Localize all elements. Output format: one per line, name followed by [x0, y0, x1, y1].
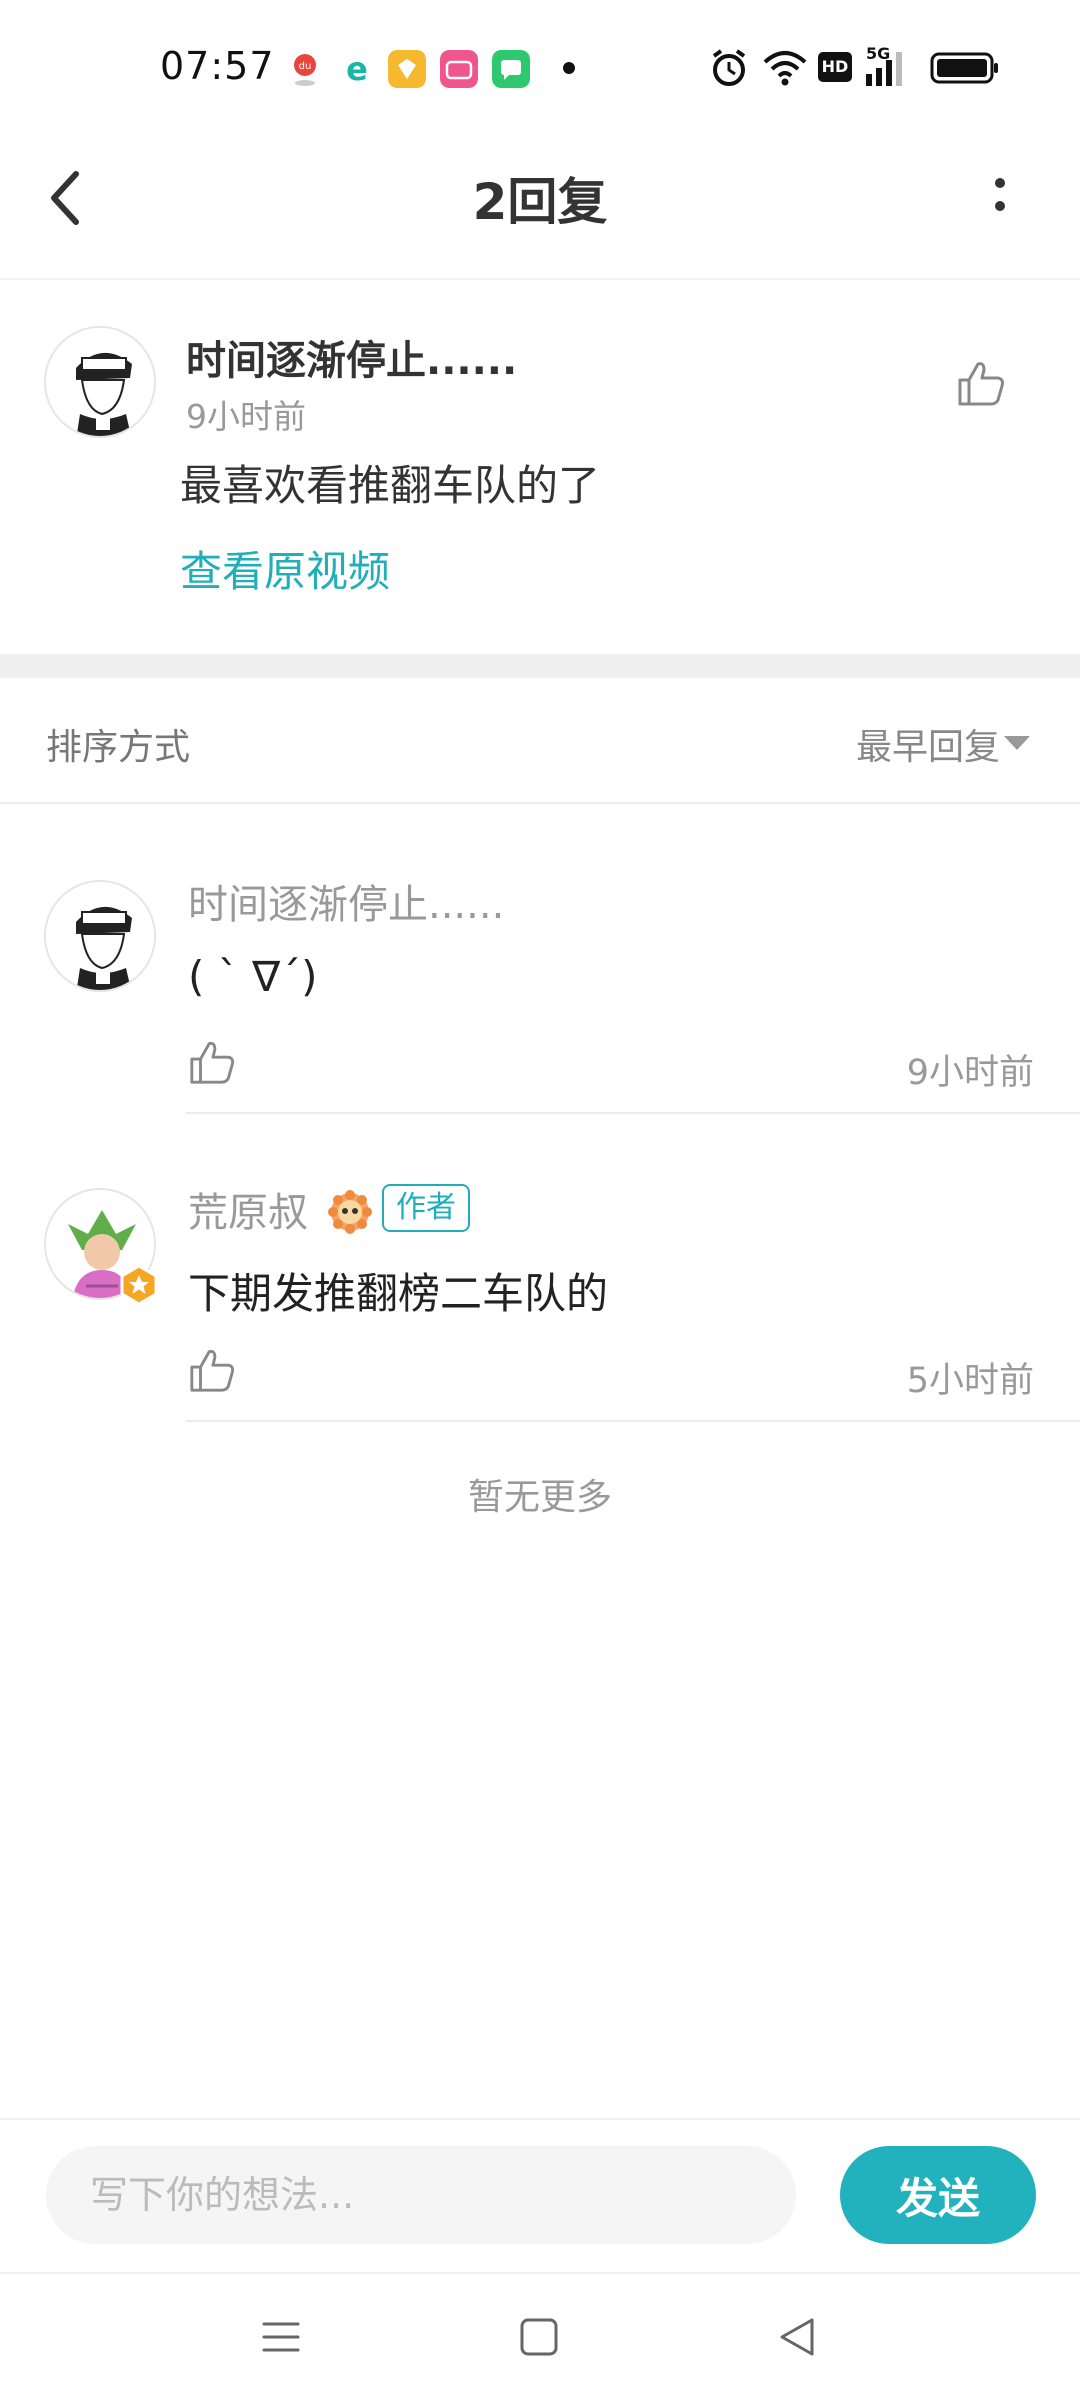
section-divider [0, 654, 1080, 678]
sort-label: 排序方式 [46, 727, 191, 768]
thumbs-up-icon[interactable] [956, 358, 1006, 408]
chat-app-icon [492, 50, 530, 88]
sort-dropdown[interactable]: 最早回复 [856, 718, 1000, 770]
svg-text:e: e [346, 50, 368, 88]
reply-time: 9小时前 [906, 1053, 1034, 1093]
send-button[interactable]: 发送 [840, 2146, 1036, 2244]
page-title: 2回复 [472, 173, 608, 231]
status-time: 07:57 [160, 44, 275, 88]
map-pin-icon: du [294, 54, 316, 86]
sunflower-badge-icon [328, 1190, 372, 1234]
reply-text: 下期发推翻榜二车队的 [188, 1269, 609, 1318]
header: 2回复 [0, 130, 1080, 280]
reply-item: 时间逐渐停止...... ( ˋ ∇ˊ) 9小时前 [0, 806, 1080, 1114]
comment-input[interactable] [46, 2146, 796, 2244]
thumbs-up-icon[interactable] [188, 1038, 236, 1086]
sort-row: 排序方式 最早回复 [0, 678, 1080, 804]
comment-username[interactable]: 时间逐渐停止...... [186, 328, 517, 386]
comment-text: 最喜欢看推翻车队的了 [180, 461, 601, 510]
system-nav-bar [0, 2272, 1080, 2400]
no-more-text: 暂无更多 [467, 1477, 612, 1518]
reply-divider [186, 1420, 1080, 1422]
author-tag: 作者 [382, 1184, 470, 1232]
avatar-image [46, 882, 154, 990]
back-triangle-icon[interactable] [770, 2310, 824, 2364]
original-comment: 时间逐渐停止...... 9小时前 最喜欢看推翻车队的了 查看原视频 [0, 282, 1080, 654]
menu-icon[interactable] [254, 2310, 308, 2364]
reply-username[interactable]: 荒原叔 [188, 1180, 308, 1238]
avatar-image [46, 328, 154, 436]
comment-input-bar: 发送 [0, 2118, 1080, 2272]
level-badge-icon [120, 1264, 158, 1306]
alarm-icon [712, 49, 746, 86]
home-square-icon[interactable] [512, 2310, 566, 2364]
more-vertical-icon[interactable] [985, 174, 1015, 224]
battery-icon [930, 52, 998, 84]
notification-dot-icon [563, 62, 575, 74]
wifi-icon [763, 51, 807, 86]
comment-time: 9小时前 [186, 397, 306, 436]
caret-down-icon[interactable] [1004, 736, 1030, 750]
thumbs-up-icon[interactable] [188, 1346, 236, 1394]
avatar[interactable] [44, 880, 156, 992]
status-bar: 07:57 du e HD 5G [0, 0, 1080, 130]
reply-time: 5小时前 [906, 1361, 1034, 1401]
reply-text: ( ˋ ∇ˊ) [188, 952, 318, 1001]
signal-5g-icon [866, 52, 902, 86]
reply-item: 荒原叔 作者 下期发推翻榜二车队的 5小时前 [0, 1114, 1080, 1422]
avatar[interactable] [44, 326, 156, 438]
reply-username[interactable]: 时间逐渐停止...... [188, 872, 504, 930]
browser-e-icon: e [346, 50, 368, 88]
bilibili-icon [440, 50, 478, 88]
svg-text:du: du [299, 61, 312, 72]
view-original-video-link[interactable]: 查看原视频 [180, 538, 390, 599]
hd-icon: HD [818, 52, 852, 82]
yellow-app-icon [388, 50, 426, 88]
